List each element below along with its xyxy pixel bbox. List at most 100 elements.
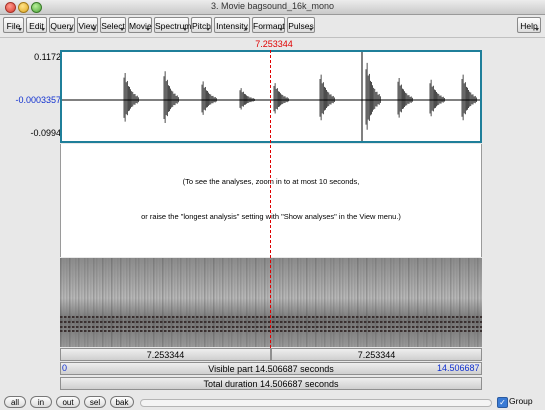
spectro-band [308,316,311,318]
spectro-band [112,316,115,318]
spectro-band [108,316,111,318]
spectro-band [212,326,215,328]
spectro-band [388,321,391,323]
spectro-band [436,330,439,332]
spectro-band [216,321,219,323]
all-button[interactable]: all [4,396,26,408]
spectro-band [200,316,203,318]
spectro-band [164,321,167,323]
spectro-band [156,330,159,332]
spectro-band [312,326,315,328]
bak-button[interactable]: bak [110,396,134,408]
spectro-band [204,330,207,332]
spectro-band [200,330,203,332]
spectro-column [198,258,200,347]
spectro-band [72,321,75,323]
in-button[interactable]: in [30,396,52,408]
spectrogram-strip[interactable] [60,258,482,347]
spectro-band [84,321,87,323]
spectro-band [152,321,155,323]
spectro-band [468,326,471,328]
spectro-band [212,321,215,323]
spectro-band [312,330,315,332]
menu-edit[interactable]: Edit [26,17,47,33]
spectro-column [174,258,176,347]
spectro-band [248,330,251,332]
spectro-column [312,258,314,347]
spectro-band [324,316,327,318]
spectro-band [104,326,107,328]
spectro-band [372,321,375,323]
spectro-band [448,330,451,332]
spectro-band [432,316,435,318]
spectro-band [276,330,279,332]
menu-movie[interactable]: Movie [128,17,152,33]
spectro-band [372,316,375,318]
waveform-panel[interactable] [60,50,482,143]
sel-button[interactable]: sel [84,396,106,408]
spectro-band [80,316,83,318]
menu-intensity[interactable]: Intensity [214,17,250,33]
spectro-band [380,330,383,332]
spectro-band [168,326,171,328]
spectro-band [152,330,155,332]
spectro-column [210,258,212,347]
horizontal-scrollbar[interactable] [140,399,492,407]
total-duration-bar[interactable]: Total duration 14.506687 seconds [60,377,482,390]
spectro-band [340,316,343,318]
spectro-column [360,258,362,347]
spectro-column [321,258,323,347]
spectro-band [300,316,303,318]
spectro-band [200,326,203,328]
spectro-band [432,330,435,332]
spectro-column [453,258,455,347]
waveform-ymid-label: -0.0003357 [15,95,61,105]
spectro-band [236,326,239,328]
spectro-band [348,316,351,318]
menu-query[interactable]: Query [49,17,75,33]
spectro-band [280,330,283,332]
spectro-band [456,316,459,318]
spectro-band [272,326,275,328]
spectro-band [312,321,315,323]
spectro-band [236,330,239,332]
menu-spectrum[interactable]: Spectrum [154,17,191,33]
menu-formant[interactable]: Formant [252,17,285,33]
spectro-band [352,330,355,332]
spectro-band [320,330,323,332]
spectro-band [404,330,407,332]
menu-pulses[interactable]: Pulses [287,17,315,33]
spectro-band [440,326,443,328]
spectro-column [459,258,461,347]
spectro-column [126,258,128,347]
menu-file[interactable]: File [3,17,24,33]
menu-select[interactable]: Select [100,17,126,33]
spectro-band [348,326,351,328]
menu-view[interactable]: View [77,17,98,33]
spectro-column [450,258,452,347]
spectro-band [360,321,363,323]
spectro-band [148,330,151,332]
menu-help[interactable]: Help [517,17,541,33]
spectro-band [260,321,263,323]
spectro-band [200,321,203,323]
spectro-column [471,258,473,347]
spectro-band [112,326,115,328]
spectro-band [156,321,159,323]
group-checkbox[interactable]: ✓ [497,397,508,408]
right-segment-bar[interactable]: 7.253344 [271,348,482,361]
analysis-panel[interactable]: (To see the analyses, zoom in to at most… [60,144,482,257]
spectro-band [296,330,299,332]
left-segment-bar[interactable]: 7.253344 [60,348,271,361]
spectro-band [444,330,447,332]
menu-pitch[interactable]: Pitch [191,17,212,33]
spectro-band [348,321,351,323]
spectro-band [116,316,119,318]
spectro-band [280,321,283,323]
out-button[interactable]: out [56,396,80,408]
spectro-column [249,258,251,347]
visible-part-bar[interactable]: Visible part 14.506687 seconds [60,362,482,375]
spectro-column [396,258,398,347]
spectro-column [309,258,311,347]
spectro-band [336,316,339,318]
